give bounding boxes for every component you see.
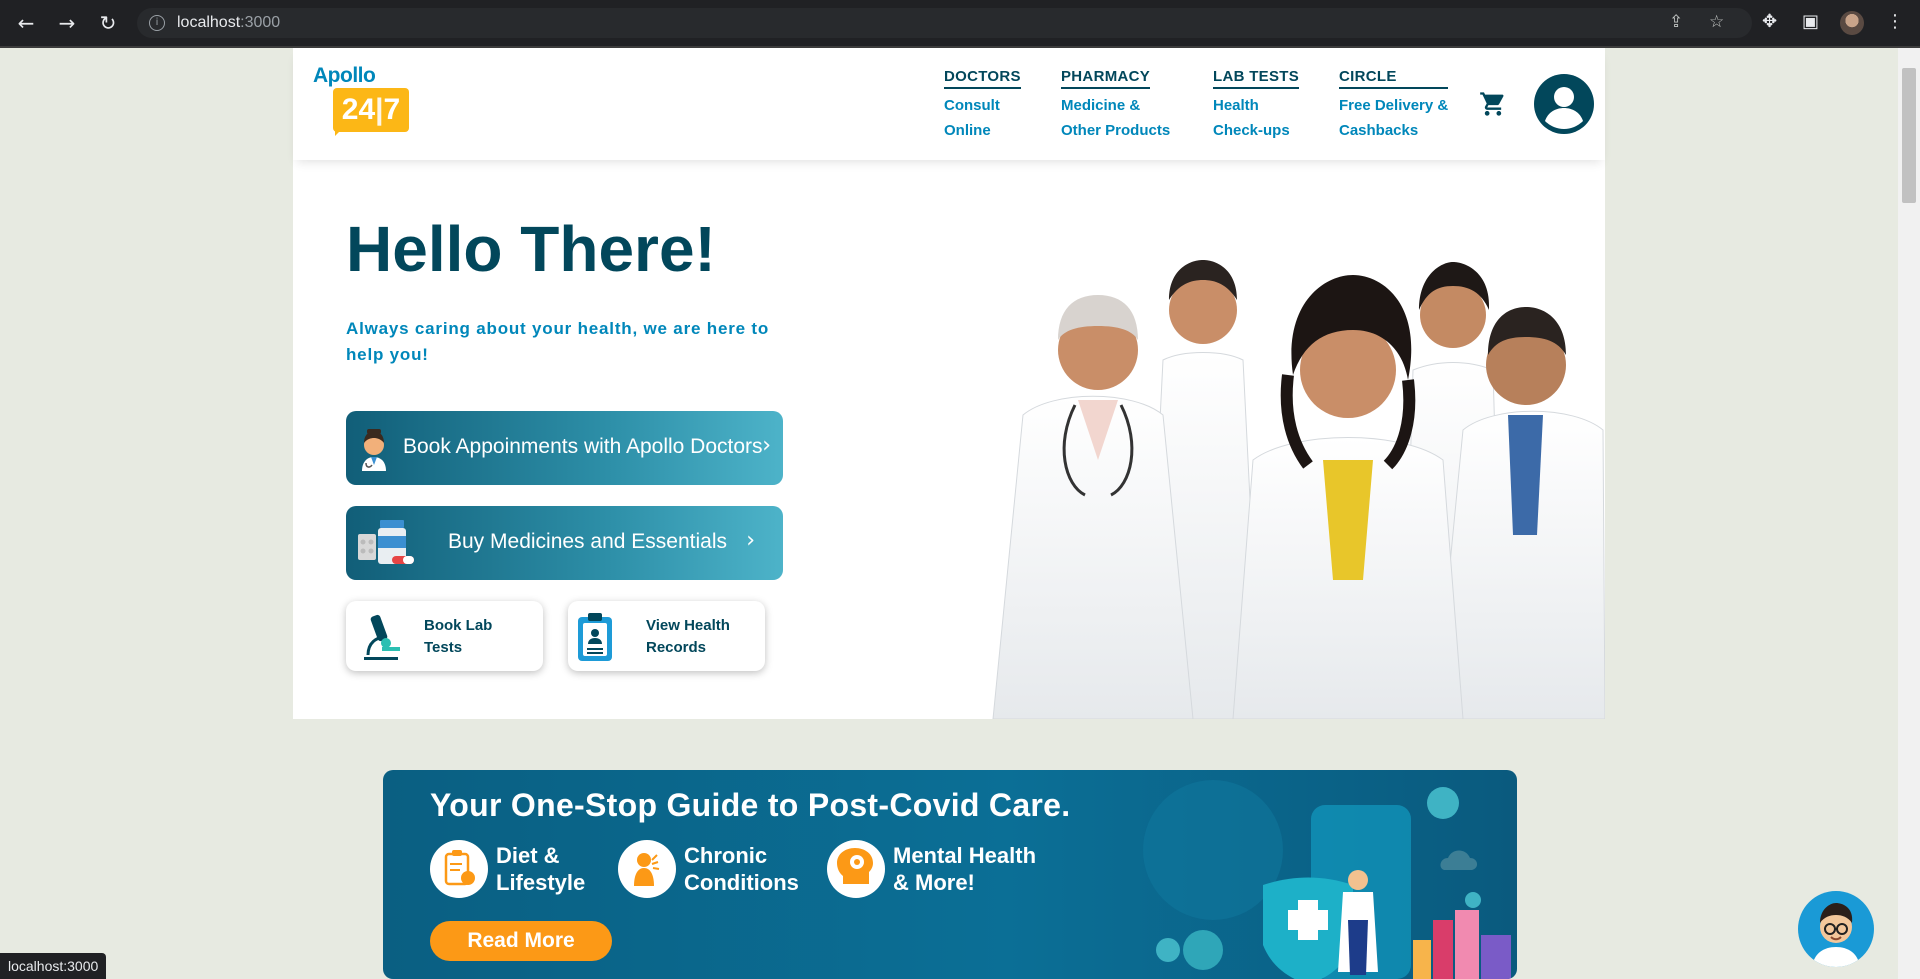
nav-doctors-title[interactable]: DOCTORS (944, 68, 1021, 89)
chatbot-doctor-avatar-button[interactable] (1798, 891, 1874, 967)
site-header: Apollo 24|7 DOCTORS Consult Online PHARMA… (293, 48, 1605, 160)
address-url[interactable]: localhost:3000 (177, 14, 280, 32)
page-scrollbar[interactable] (1898, 48, 1920, 979)
chevron-right-icon: › (762, 433, 771, 458)
diet-clipboard-icon (430, 840, 488, 898)
book-appointments-label: Book Appoinments with Apollo Doctors (403, 435, 763, 458)
logo-badge-tail (335, 126, 345, 136)
nav-circle[interactable]: CIRCLE Free Delivery & Cashbacks (1339, 68, 1448, 143)
buy-medicines-button[interactable]: Buy Medicines and Essentials › (346, 506, 783, 580)
nav-doctors-sub[interactable]: Consult (944, 93, 1021, 118)
book-appointments-button[interactable]: Book Appoinments with Apollo Doctors › (346, 411, 783, 485)
health-record-clipboard-icon (578, 613, 612, 661)
logo-word: Apollo (313, 64, 376, 87)
site-info-icon[interactable]: i (149, 15, 165, 31)
nav-circle-sub2[interactable]: Cashbacks (1339, 118, 1448, 143)
brain-head-icon (827, 840, 885, 898)
nav-lab-tests-sub2[interactable]: Check-ups (1213, 118, 1299, 143)
page-container: Apollo 24|7 DOCTORS Consult Online PHARMA… (293, 48, 1605, 979)
nav-doctors-sub2[interactable]: Online (944, 118, 1021, 143)
nav-lab-tests-sub[interactable]: Health (1213, 93, 1299, 118)
link-status-bar: localhost:3000 (0, 953, 107, 979)
doctor-avatar-icon (362, 429, 386, 471)
medicines-icon (358, 520, 414, 564)
nav-lab-tests[interactable]: LAB TESTS Health Check-ups (1213, 68, 1300, 143)
nav-pharmacy-sub[interactable]: Medicine & (1061, 93, 1170, 118)
chevron-right-icon: › (746, 528, 755, 553)
nav-doctors[interactable]: DOCTORS Consult Online (944, 68, 1021, 143)
view-health-records-card[interactable]: View Health Records (568, 601, 765, 671)
hero-section: Hello There! Always caring about your he… (293, 160, 1605, 719)
hero-greeting: Hello There! (346, 213, 716, 285)
cart-icon[interactable] (1479, 90, 1507, 118)
apollo-logo[interactable]: Apollo 24|7 (313, 64, 413, 140)
bookmark-star-icon[interactable]: ☆ (1709, 12, 1724, 32)
extensions-puzzle-icon[interactable]: ✥ (1762, 11, 1777, 32)
back-icon[interactable]: ← (14, 11, 38, 35)
user-account-icon[interactable] (1534, 74, 1594, 134)
hero-tagline: Always caring about your health, we are … (346, 319, 770, 364)
browser-menu-icon[interactable]: ⋮ (1886, 11, 1904, 32)
doctors-group-image (992, 260, 1605, 719)
forward-icon[interactable]: → (55, 11, 79, 35)
covid-care-illustration (1143, 780, 1511, 979)
banner-headline: Your One-Stop Guide to Post-Covid Care. (430, 787, 1071, 823)
reload-icon[interactable]: ↻ (96, 11, 120, 35)
nav-lab-tests-title[interactable]: LAB TESTS (1213, 68, 1300, 89)
side-panel-icon[interactable]: ▣ (1802, 11, 1819, 32)
coughing-person-icon (618, 840, 676, 898)
view-health-records-label: View Health Records (646, 617, 730, 656)
book-lab-tests-label: Book Lab Tests (424, 617, 493, 656)
browser-toolbar: ← → ↻ i localhost:3000 ⇪ ☆ ✥ ▣ ⋮ (0, 0, 1920, 46)
nav-pharmacy-title[interactable]: PHARMACY (1061, 68, 1151, 89)
nav-circle-title[interactable]: CIRCLE (1339, 68, 1448, 89)
nav-pharmacy[interactable]: PHARMACY Medicine & Other Products (1061, 68, 1170, 143)
share-icon[interactable]: ⇪ (1669, 12, 1683, 32)
profile-avatar[interactable] (1840, 11, 1864, 35)
nav-circle-sub[interactable]: Free Delivery & (1339, 93, 1448, 118)
microscope-icon (364, 614, 400, 660)
nav-pharmacy-sub2[interactable]: Other Products (1061, 118, 1170, 143)
read-more-button[interactable]: Read More (430, 921, 612, 961)
scrollbar-thumb[interactable] (1902, 68, 1916, 203)
post-covid-banner[interactable]: Your One-Stop Guide to Post-Covid Care. … (383, 770, 1517, 979)
buy-medicines-label: Buy Medicines and Essentials (448, 530, 727, 553)
address-bar[interactable]: i localhost:3000 ⇪ ☆ (137, 8, 1752, 38)
book-lab-tests-card[interactable]: Book Lab Tests (346, 601, 543, 671)
